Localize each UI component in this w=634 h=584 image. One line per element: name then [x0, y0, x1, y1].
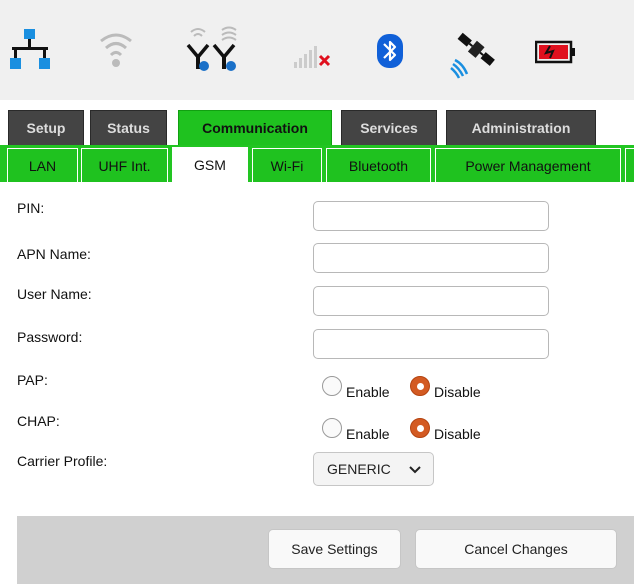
subtab-bluetooth[interactable]: Bluetooth [326, 148, 431, 182]
password-input[interactable] [313, 329, 549, 359]
carrier-profile-select[interactable]: GENERIC [313, 452, 434, 486]
wifi-icon [100, 33, 132, 67]
bluetooth-icon [377, 34, 403, 68]
cancel-changes-button[interactable]: Cancel Changes [415, 529, 617, 569]
subtab-lan[interactable]: LAN [7, 148, 78, 182]
pin-label: PIN: [17, 200, 45, 216]
pap-enable-radio[interactable] [322, 376, 342, 396]
subtab-wifi[interactable]: Wi-Fi [252, 148, 322, 182]
carrier-profile-label: Carrier Profile: [17, 453, 108, 469]
main-tab-bar: Setup Status Communication Services Admi… [0, 100, 634, 145]
subtab-uhf[interactable]: UHF Int. [81, 148, 168, 182]
chap-label: CHAP: [17, 413, 60, 429]
subtab-power-management[interactable]: Power Management [435, 148, 621, 182]
username-input[interactable] [313, 286, 549, 316]
pin-input[interactable] [313, 201, 549, 231]
status-bar [0, 0, 634, 100]
apn-label: APN Name: [17, 246, 91, 262]
tab-status[interactable]: Status [90, 110, 167, 145]
battery-icon [535, 40, 575, 64]
carrier-profile-value: GENERIC [327, 461, 391, 477]
chap-disable-radio[interactable] [410, 418, 430, 438]
apn-input[interactable] [313, 243, 549, 273]
chevron-down-icon [409, 466, 421, 474]
pap-enable-label: Enable [346, 384, 390, 400]
satellite-icon [450, 32, 495, 79]
network-icon [10, 29, 50, 69]
password-label: Password: [17, 329, 83, 345]
subtab-gsm[interactable]: GSM [172, 147, 248, 182]
tab-setup[interactable]: Setup [8, 110, 84, 145]
pap-disable-label: Disable [434, 384, 481, 400]
cell-signal-icon [294, 46, 331, 68]
chap-disable-label: Disable [434, 426, 481, 442]
pap-disable-radio[interactable] [410, 376, 430, 396]
tab-administration[interactable]: Administration [446, 110, 596, 145]
sub-tab-bar: LAN UHF Int. GSM Wi-Fi Bluetooth Power M… [0, 145, 634, 182]
username-label: User Name: [17, 286, 92, 302]
chap-enable-radio[interactable] [322, 418, 342, 438]
pap-label: PAP: [17, 372, 48, 388]
chap-enable-label: Enable [346, 426, 390, 442]
footer-bar: Save Settings Cancel Changes [17, 516, 634, 584]
subtab-overflow[interactable] [625, 148, 634, 182]
tab-services[interactable]: Services [341, 110, 437, 145]
uhf-antenna-icon [186, 26, 237, 71]
tab-communication[interactable]: Communication [178, 110, 332, 145]
save-settings-button[interactable]: Save Settings [268, 529, 401, 569]
